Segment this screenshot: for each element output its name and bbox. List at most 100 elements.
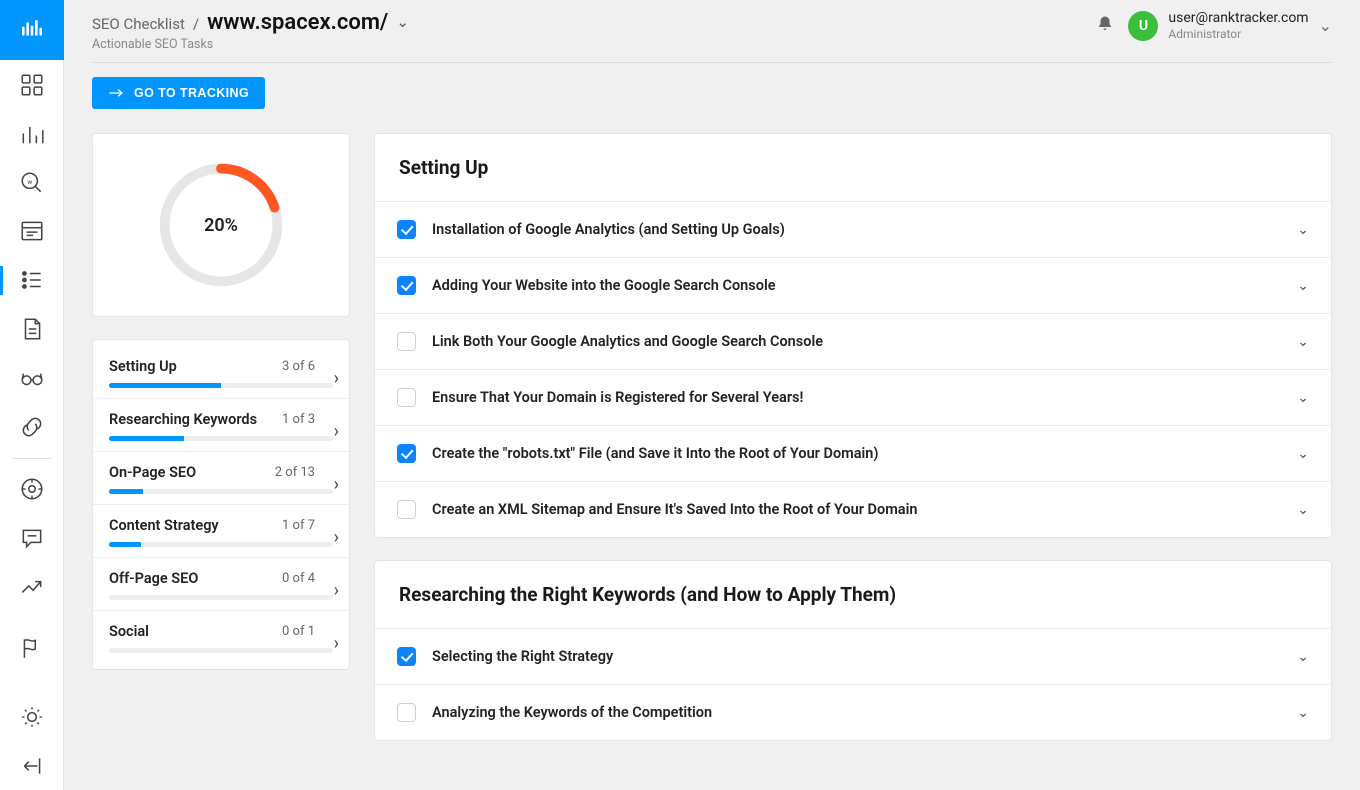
chevron-down-icon: ⌄ [1319, 16, 1332, 35]
rail-chat[interactable] [0, 513, 64, 562]
section-name: Researching Keywords [109, 411, 257, 428]
checklist-panel: Setting Up Installation of Google Analyti… [374, 133, 1332, 538]
rail-flag[interactable] [0, 623, 64, 672]
task-checkbox[interactable] [397, 332, 416, 351]
rail-help[interactable] [0, 465, 64, 514]
breadcrumb: SEO Checklist / www.spacex.com/ ⌄ [92, 10, 409, 35]
panel-title: Researching the Right Keywords (and How … [375, 561, 1331, 629]
section-item[interactable]: Social 0 of 1 › [93, 610, 349, 663]
task-row[interactable]: Selecting the Right Strategy ⌄ [375, 629, 1331, 685]
chevron-down-icon[interactable]: ⌄ [1297, 705, 1309, 721]
task-row[interactable]: Installation of Google Analytics (and Se… [375, 202, 1331, 258]
chevron-down-icon[interactable]: ⌄ [1297, 649, 1309, 665]
rail-pages[interactable] [0, 207, 64, 256]
nav-rail: w [0, 0, 64, 790]
chevron-down-icon[interactable]: ⌄ [1297, 446, 1309, 462]
task-checkbox[interactable] [397, 388, 416, 407]
task-title: Selecting the Right Strategy [432, 648, 1281, 665]
rail-theme[interactable] [0, 692, 64, 741]
task-row[interactable]: Create the "robots.txt" File (and Save i… [375, 426, 1331, 482]
section-name: Social [109, 623, 149, 640]
chevron-right-icon: › [334, 580, 339, 601]
section-name: Content Strategy [109, 517, 219, 534]
task-row[interactable]: Create an XML Sitemap and Ensure It's Sa… [375, 482, 1331, 537]
svg-text:w: w [27, 178, 32, 186]
rail-dashboard[interactable] [0, 60, 64, 109]
rail-analytics[interactable] [0, 109, 64, 158]
chevron-down-icon[interactable]: ⌄ [1297, 502, 1309, 518]
page-subtitle: Actionable SEO Tasks [92, 37, 409, 52]
section-count: 3 of 6 [282, 359, 315, 374]
task-title: Adding Your Website into the Google Sear… [432, 277, 1281, 294]
section-item[interactable]: Researching Keywords 1 of 3 › [93, 398, 349, 451]
chevron-right-icon: › [334, 474, 339, 495]
section-count: 1 of 7 [282, 518, 315, 533]
task-checkbox[interactable] [397, 500, 416, 519]
task-row[interactable]: Adding Your Website into the Google Sear… [375, 258, 1331, 314]
task-title: Create an XML Sitemap and Ensure It's Sa… [432, 501, 1281, 518]
rail-search[interactable]: w [0, 158, 64, 207]
section-name: On-Page SEO [109, 464, 196, 481]
breadcrumb-sep: / [193, 15, 199, 33]
section-count: 0 of 4 [282, 571, 315, 586]
user-email: user@ranktracker.com [1168, 10, 1308, 27]
section-count: 0 of 1 [282, 624, 315, 639]
chevron-right-icon: › [334, 527, 339, 548]
task-title: Link Both Your Google Analytics and Goog… [432, 333, 1281, 350]
task-checkbox[interactable] [397, 444, 416, 463]
user-role: Administrator [1168, 27, 1308, 41]
task-checkbox[interactable] [397, 647, 416, 666]
chevron-right-icon: › [334, 633, 339, 654]
section-progress-bar [109, 383, 333, 388]
app-logo[interactable] [0, 0, 64, 60]
progress-card: 20% [92, 133, 350, 317]
task-row[interactable]: Link Both Your Google Analytics and Goog… [375, 314, 1331, 370]
task-title: Create the "robots.txt" File (and Save i… [432, 445, 1281, 462]
go-to-tracking-button[interactable]: GO TO TRACKING [92, 77, 265, 109]
avatar: U [1128, 11, 1158, 41]
progress-percent: 20% [156, 160, 286, 290]
task-checkbox[interactable] [397, 703, 416, 722]
section-progress-bar [109, 436, 333, 441]
chevron-down-icon[interactable]: ⌄ [1297, 278, 1309, 294]
section-item[interactable]: Off-Page SEO 0 of 4 › [93, 557, 349, 610]
section-progress-bar [109, 648, 333, 653]
breadcrumb-root[interactable]: SEO Checklist [92, 15, 185, 33]
section-count: 2 of 13 [275, 465, 315, 480]
task-title: Analyzing the Keywords of the Competitio… [432, 704, 1281, 721]
panel-title: Setting Up [375, 134, 1331, 202]
checklist-panels: Setting Up Installation of Google Analyti… [374, 133, 1332, 766]
task-title: Ensure That Your Domain is Registered fo… [432, 389, 1281, 406]
breadcrumb-domain[interactable]: www.spacex.com/ [207, 10, 388, 35]
rail-link[interactable] [0, 403, 64, 452]
rail-collapse[interactable] [0, 741, 64, 790]
section-progress-bar [109, 542, 333, 547]
task-title: Installation of Google Analytics (and Se… [432, 221, 1281, 238]
task-row[interactable]: Analyzing the Keywords of the Competitio… [375, 685, 1331, 740]
chevron-down-icon[interactable]: ⌄ [1297, 390, 1309, 406]
section-name: Off-Page SEO [109, 570, 198, 587]
section-count: 1 of 3 [282, 412, 315, 427]
section-item[interactable]: Setting Up 3 of 6 › [93, 346, 349, 398]
chevron-down-icon[interactable]: ⌄ [1297, 222, 1309, 238]
go-to-tracking-label: GO TO TRACKING [134, 86, 249, 100]
notifications-icon[interactable] [1096, 15, 1114, 37]
section-name: Setting Up [109, 358, 177, 375]
rail-checklist[interactable] [0, 256, 64, 305]
task-checkbox[interactable] [397, 220, 416, 239]
task-row[interactable]: Ensure That Your Domain is Registered fo… [375, 370, 1331, 426]
chevron-down-icon[interactable]: ⌄ [1297, 334, 1309, 350]
section-item[interactable]: On-Page SEO 2 of 13 › [93, 451, 349, 504]
section-item[interactable]: Content Strategy 1 of 7 › [93, 504, 349, 557]
sections-list: Setting Up 3 of 6 › Researching Keywords 1 o… [92, 339, 350, 670]
checklist-panel: Researching the Right Keywords (and How … [374, 560, 1332, 741]
chevron-right-icon: › [334, 421, 339, 442]
rail-trend[interactable] [0, 562, 64, 611]
rail-glasses[interactable] [0, 354, 64, 403]
section-progress-bar [109, 595, 333, 600]
rail-document[interactable] [0, 305, 64, 354]
task-checkbox[interactable] [397, 276, 416, 295]
domain-chevron-icon[interactable]: ⌄ [396, 13, 409, 31]
chevron-right-icon: › [334, 368, 339, 389]
user-menu[interactable]: U user@ranktracker.com Administrator ⌄ [1128, 10, 1332, 41]
